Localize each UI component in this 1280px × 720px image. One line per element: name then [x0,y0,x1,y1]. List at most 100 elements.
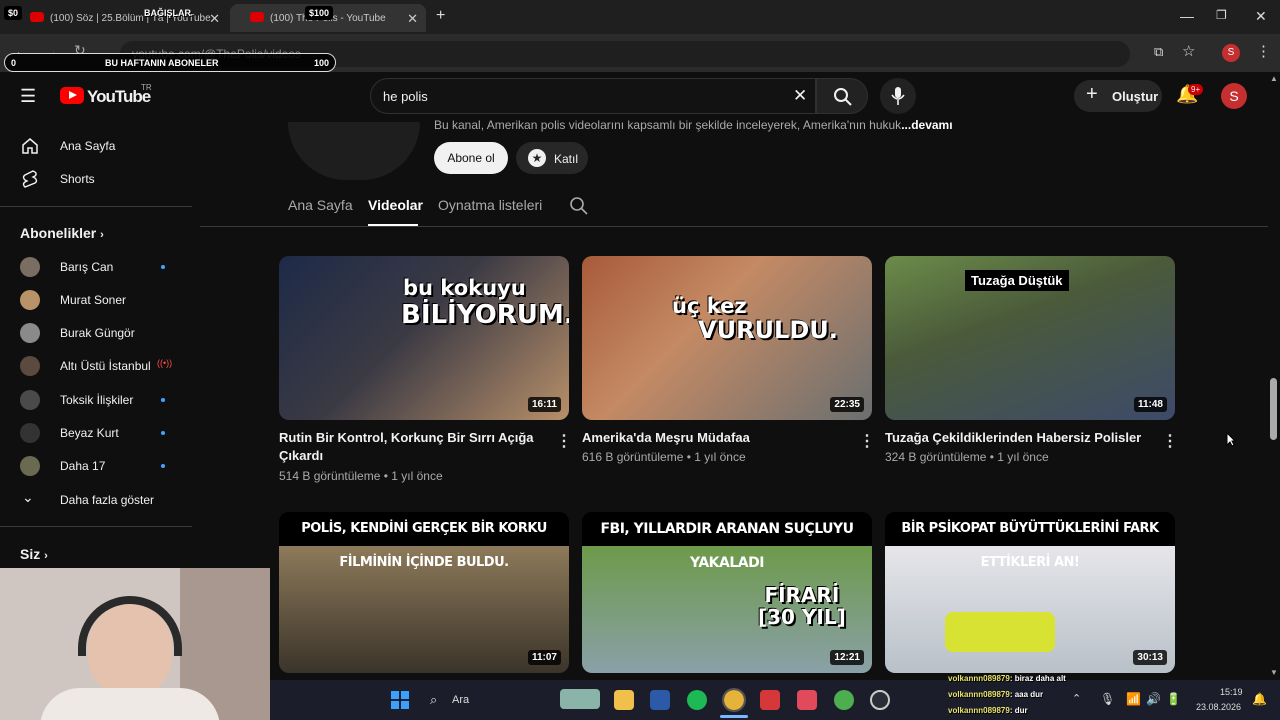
clear-search-icon[interactable]: ✕ [793,86,807,106]
shorts-icon [22,170,38,188]
notification-center-icon[interactable]: 🔔 [1252,692,1267,706]
minimize-icon[interactable]: — [1180,8,1194,24]
sidebar-item-shorts[interactable]: Shorts [0,162,192,196]
taskbar-search-label[interactable]: Ara [452,694,469,706]
network-icon[interactable]: ⌃ [1072,692,1081,705]
app-icon-pink[interactable] [797,690,817,710]
browser-menu-icon[interactable]: ⋮ [1256,42,1271,60]
browser-tab-1[interactable]: (100) Söz | 25.Bölüm | Tȧ | YouTube ✕ [10,4,228,32]
chat-message: volkannn089879: biraz daha alt [948,674,1066,683]
notification-count-badge: 9+ [1188,84,1204,95]
spotify-icon[interactable] [687,690,707,710]
sidebar-item-subscription[interactable]: Daha 17 [0,449,192,483]
more-options-icon[interactable]: ⋮ [556,431,572,451]
video-thumbnail[interactable]: BİR PSİKOPAT BÜYÜTTÜKLERİNİ FARK ETTİKLE… [885,512,1175,673]
sidebar-item-subscription[interactable]: Murat Soner [0,283,192,317]
video-duration: 12:21 [830,650,864,665]
video-title[interactable]: Tuzağa Çekildiklerinden Habersiz Polisle… [885,429,1147,447]
restore-icon[interactable]: ❐ [1216,8,1227,22]
close-tab-icon[interactable]: ✕ [407,11,418,27]
taskbar-search-icon[interactable]: ⌕ [430,692,437,708]
more-options-icon[interactable]: ⋮ [859,431,875,451]
youtube-logo-icon[interactable] [60,87,84,104]
streamer-shirt [40,688,220,720]
store-icon[interactable] [650,690,670,710]
battery-icon[interactable]: 🔋 [1166,692,1181,706]
tab-home[interactable]: Ana Sayfa [288,197,353,213]
video-thumbnail[interactable]: bu kokuyu BİLİYORUM. 16:11 [279,256,569,420]
video-meta: 324 B görüntüleme • 1 yıl önce [885,450,1049,464]
channel-description[interactable]: Bu kanal, Amerikan polis videolarını kap… [434,118,953,132]
file-explorer-icon[interactable] [614,690,634,710]
you-heading[interactable]: Siz › [20,546,48,562]
new-content-dot [161,265,165,269]
taskbar-date[interactable]: 23.08.2026 [1196,702,1241,712]
view-count: 324 B görüntüleme [885,450,987,464]
show-more-label: Daha fazla göster [60,493,155,507]
channel-name: Daha 17 [60,459,106,473]
windows-start-icon[interactable] [390,690,410,710]
view-count: 514 B görüntüleme [279,469,381,483]
sidebar-item-subscription[interactable]: Altı Üstü İstanbul ((•)) [0,349,192,383]
hamburger-menu-icon[interactable]: ☰ [20,86,36,107]
close-window-icon[interactable]: ✕ [1255,8,1267,25]
wifi-icon[interactable]: 📶 [1126,692,1141,706]
subscriptions-title: Abonelikler [20,225,97,241]
page-scrollbar[interactable] [1268,72,1280,680]
chat-text: : biraz daha alt [1009,674,1066,683]
sidebar-item-subscription[interactable]: Burak Güngör [0,316,192,350]
bookmark-star-icon[interactable]: ☆ [1182,42,1195,60]
tab-videos[interactable]: Videolar [368,197,423,213]
channel-avatar-large[interactable] [288,122,420,180]
scroll-down-icon[interactable]: ▼ [1270,668,1278,677]
mic-tray-icon[interactable]: 🎙 [1100,692,1115,706]
live-icon: ((•)) [157,358,173,368]
subscriptions-heading[interactable]: Abonelikler › [20,225,104,241]
voice-search-button[interactable] [880,78,916,114]
video-title[interactable]: Amerika'da Meşru Müdafaa [582,429,844,447]
close-tab-icon[interactable]: ✕ [209,11,220,27]
taskbar-time[interactable]: 15:19 [1220,687,1243,697]
sidebar-item-subscription[interactable]: Beyaz Kurt [0,416,192,450]
channel-avatar [20,390,40,410]
thumbnail-figure [945,612,1055,652]
join-button[interactable]: ★ Katıl [516,142,588,174]
microphone-icon [891,87,905,105]
scroll-up-icon[interactable]: ▲ [1270,74,1278,83]
sidebar-item-home[interactable]: Ana Sayfa [0,129,192,163]
chat-username: volkannn089879 [948,674,1010,683]
chrome-alt-icon[interactable] [834,690,854,710]
chat-text: : aaa dur [1009,690,1044,699]
create-label: Oluştur [1112,89,1159,104]
join-label: Katıl [554,152,579,166]
volume-icon[interactable]: 🔊 [1146,692,1161,706]
create-button[interactable]: + Oluştur [1074,80,1162,112]
new-tab-button[interactable]: + [436,7,445,25]
video-thumbnail[interactable]: FBI, YILLARDIR ARANAN SUÇLUYU YAKALADI F… [582,512,872,673]
video-title[interactable]: Rutin Bir Kontrol, Korkunç Bir Sırrı Açı… [279,429,541,465]
search-button[interactable] [816,78,868,114]
more-options-icon[interactable]: ⋮ [1162,431,1178,451]
show-more-button[interactable]: ⌄ Daha fazla göster [0,483,192,517]
profile-avatar[interactable]: S [1222,44,1240,62]
chrome-icon[interactable] [722,688,746,712]
video-thumbnail[interactable]: üç kez VURULDU. 22:35 [582,256,872,420]
app-icon-red[interactable] [760,690,780,710]
channel-search-icon[interactable] [569,196,589,216]
sidebar-item-subscription[interactable]: Toksik İlişkiler [0,383,192,417]
chevron-right-icon: › [44,550,48,562]
account-avatar[interactable]: S [1221,83,1247,109]
chevron-right-icon: › [100,229,104,241]
sidebar-item-subscription[interactable]: Barış Can [0,250,192,284]
subscribe-button[interactable]: Abone ol [434,142,508,174]
obs-icon[interactable] [870,690,890,710]
tab-playlists[interactable]: Oynatma listeleri [438,197,542,213]
channel-avatar [20,257,40,277]
cast-icon[interactable]: ⧉ [1154,44,1163,60]
search-input[interactable]: he polis ✕ [370,78,816,114]
video-thumbnail[interactable]: POLİS, KENDİNİ GERÇEK BİR KORKU FİLMİNİN… [279,512,569,673]
home-icon [22,138,38,154]
scrollbar-thumb[interactable] [1270,378,1277,440]
video-thumbnail[interactable]: Tuzağa Düştük 11:48 [885,256,1175,420]
description-more-link[interactable]: ...devamı [901,118,952,132]
